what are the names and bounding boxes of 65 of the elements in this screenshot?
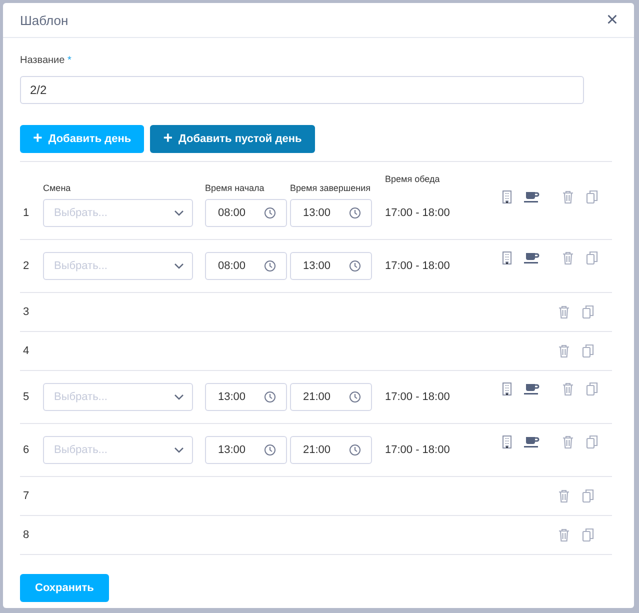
lunch-time: 17:00 - 18:00 — [385, 443, 450, 458]
add-day-button[interactable]: + Добавить пустой день — [150, 125, 315, 153]
column-header: Время начала — [205, 183, 266, 193]
start-time-field[interactable]: 13:00 — [205, 436, 287, 464]
copy-icon[interactable] — [582, 305, 594, 319]
trash-icon[interactable] — [562, 251, 574, 265]
coffee-cup-icon[interactable] — [524, 436, 540, 448]
copy-icon[interactable] — [586, 190, 598, 204]
coffee-cup-icon[interactable] — [524, 383, 540, 395]
name-input-field[interactable]: 2/2 — [20, 76, 584, 104]
clock-icon — [264, 444, 276, 456]
copy-icon[interactable] — [582, 528, 594, 542]
clock-icon — [264, 260, 276, 272]
column-header: Смена — [43, 183, 72, 193]
start-time-field[interactable]: 13:00 — [205, 383, 287, 411]
end-time-field[interactable]: 21:00 — [290, 383, 372, 411]
trash-icon[interactable] — [558, 489, 570, 503]
day-number: 5 — [22, 390, 30, 405]
building-icon[interactable] — [502, 251, 512, 265]
clock-icon — [264, 207, 276, 219]
trash-icon[interactable] — [558, 305, 570, 319]
clock-icon — [264, 391, 276, 403]
start-time-field[interactable]: 08:00 — [205, 252, 287, 280]
column-header: Время завершения — [290, 183, 372, 193]
copy-icon[interactable] — [586, 251, 598, 265]
clock-icon — [349, 260, 361, 272]
day-number: 1 — [22, 206, 30, 221]
column-header: Время обеда — [385, 174, 441, 184]
coffee-cup-icon[interactable] — [524, 252, 540, 264]
copy-icon[interactable] — [582, 489, 594, 503]
copy-icon[interactable] — [586, 435, 598, 449]
trash-icon[interactable] — [562, 190, 574, 204]
chevron-down-icon — [174, 210, 184, 216]
end-time-field[interactable]: 13:00 — [290, 252, 372, 280]
coffee-cup-icon[interactable] — [524, 191, 540, 203]
building-icon[interactable] — [502, 435, 512, 449]
trash-icon[interactable] — [558, 344, 570, 358]
day-number: 3 — [22, 305, 30, 319]
day-number: 8 — [22, 528, 30, 542]
end-time-field[interactable]: 13:00 — [290, 199, 372, 227]
chevron-down-icon — [174, 447, 184, 453]
lunch-time: 17:00 - 18:00 — [385, 206, 450, 221]
field-label: Название * — [20, 55, 72, 68]
close-button[interactable]: × — [602, 10, 622, 30]
lunch-time: 17:00 - 18:00 — [385, 390, 450, 405]
clock-icon — [349, 444, 361, 456]
day-number: 2 — [22, 259, 30, 274]
dialog-title: Шаблон — [20, 12, 68, 28]
clock-icon — [349, 391, 361, 403]
chevron-down-icon — [174, 263, 184, 269]
day-number: 4 — [22, 344, 30, 358]
building-icon[interactable] — [502, 382, 512, 396]
day-number: 6 — [22, 443, 30, 458]
trash-icon[interactable] — [562, 382, 574, 396]
trash-icon[interactable] — [558, 528, 570, 542]
chevron-down-icon — [174, 394, 184, 400]
start-time-field[interactable]: 08:00 — [205, 199, 287, 227]
clock-icon — [349, 207, 361, 219]
lunch-time: 17:00 - 18:00 — [385, 259, 450, 274]
day-number: 7 — [22, 489, 30, 503]
trash-icon[interactable] — [562, 435, 574, 449]
end-time-field[interactable]: 21:00 — [290, 436, 372, 464]
building-icon[interactable] — [502, 190, 512, 204]
copy-icon[interactable] — [582, 344, 594, 358]
copy-icon[interactable] — [586, 382, 598, 396]
